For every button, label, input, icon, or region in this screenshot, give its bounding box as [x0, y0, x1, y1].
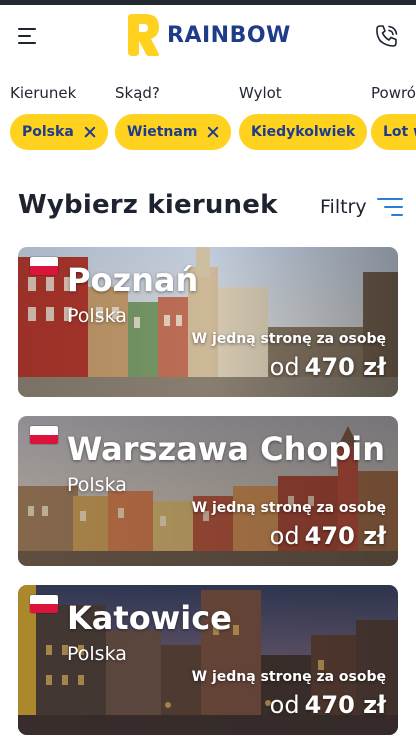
destination-card-katowice[interactable]: Katowice Polska W jedną stronę za osobę …: [18, 585, 398, 735]
price-amount: 470 zł: [304, 353, 386, 381]
filters-button[interactable]: Filtry: [320, 196, 403, 218]
destination-country: Polska: [67, 643, 127, 665]
app-header: RAINBOW: [0, 5, 416, 71]
rainbow-logo-mark: [128, 14, 160, 56]
price-note: W jedną stronę za osobę: [191, 500, 386, 516]
destination-card-warszawa[interactable]: Warszawa Chopin Polska W jedną stronę za…: [18, 416, 398, 566]
filter-bar: Kierunek Polska Skąd? Wietnam Wylot Kied…: [0, 78, 416, 158]
destination-country: Polska: [67, 305, 127, 327]
filter-chip-return[interactable]: Lot w: [371, 114, 416, 150]
phone-icon[interactable]: [374, 23, 400, 49]
price: od 470 zł: [270, 353, 386, 381]
price-note: W jedną stronę za osobę: [191, 331, 386, 347]
filter-chip-destination[interactable]: Polska: [10, 114, 108, 150]
destination-city: Katowice: [67, 599, 232, 637]
filter-chip-origin[interactable]: Wietnam: [115, 114, 232, 150]
close-icon[interactable]: [207, 126, 219, 138]
price-amount: 470 zł: [304, 522, 386, 550]
brand-name: RAINBOW: [167, 23, 291, 48]
destination-city: Poznań: [67, 261, 199, 299]
destination-country: Polska: [67, 474, 127, 496]
chip-value: Wietnam: [127, 124, 198, 140]
price-prefix: od: [269, 522, 300, 550]
poland-flag-icon: [30, 426, 58, 444]
chip-value: Kiedykolwiek: [251, 124, 356, 140]
price-note: W jedną stronę za osobę: [191, 669, 386, 685]
poland-flag-icon: [30, 257, 58, 275]
brand-logo[interactable]: RAINBOW: [125, 14, 293, 58]
filters-label: Filtry: [320, 196, 367, 218]
chip-value: Polska: [22, 124, 74, 140]
price-prefix: od: [269, 353, 300, 381]
hamburger-menu-icon[interactable]: [18, 27, 40, 45]
price: od 470 zł: [270, 522, 386, 550]
destination-card-poznan[interactable]: Poznań Polska W jedną stronę za osobę od…: [18, 247, 398, 397]
price: od 470 zł: [270, 691, 386, 719]
page-title: Wybierz kierunek: [18, 190, 278, 220]
chip-value: Lot w: [383, 124, 416, 140]
price-amount: 470 zł: [304, 691, 386, 719]
price-prefix: od: [269, 691, 300, 719]
poland-flag-icon: [30, 595, 58, 613]
filter-label: Powrót: [371, 84, 416, 102]
filter-label: Wylot: [239, 84, 282, 102]
filter-lines-icon: [376, 196, 403, 218]
destination-city: Warszawa Chopin: [67, 430, 385, 468]
close-icon[interactable]: [84, 126, 96, 138]
filter-label: Skąd?: [115, 84, 160, 102]
filter-label: Kierunek: [10, 84, 77, 102]
filter-chip-departure[interactable]: Kiedykolwiek: [239, 114, 368, 150]
